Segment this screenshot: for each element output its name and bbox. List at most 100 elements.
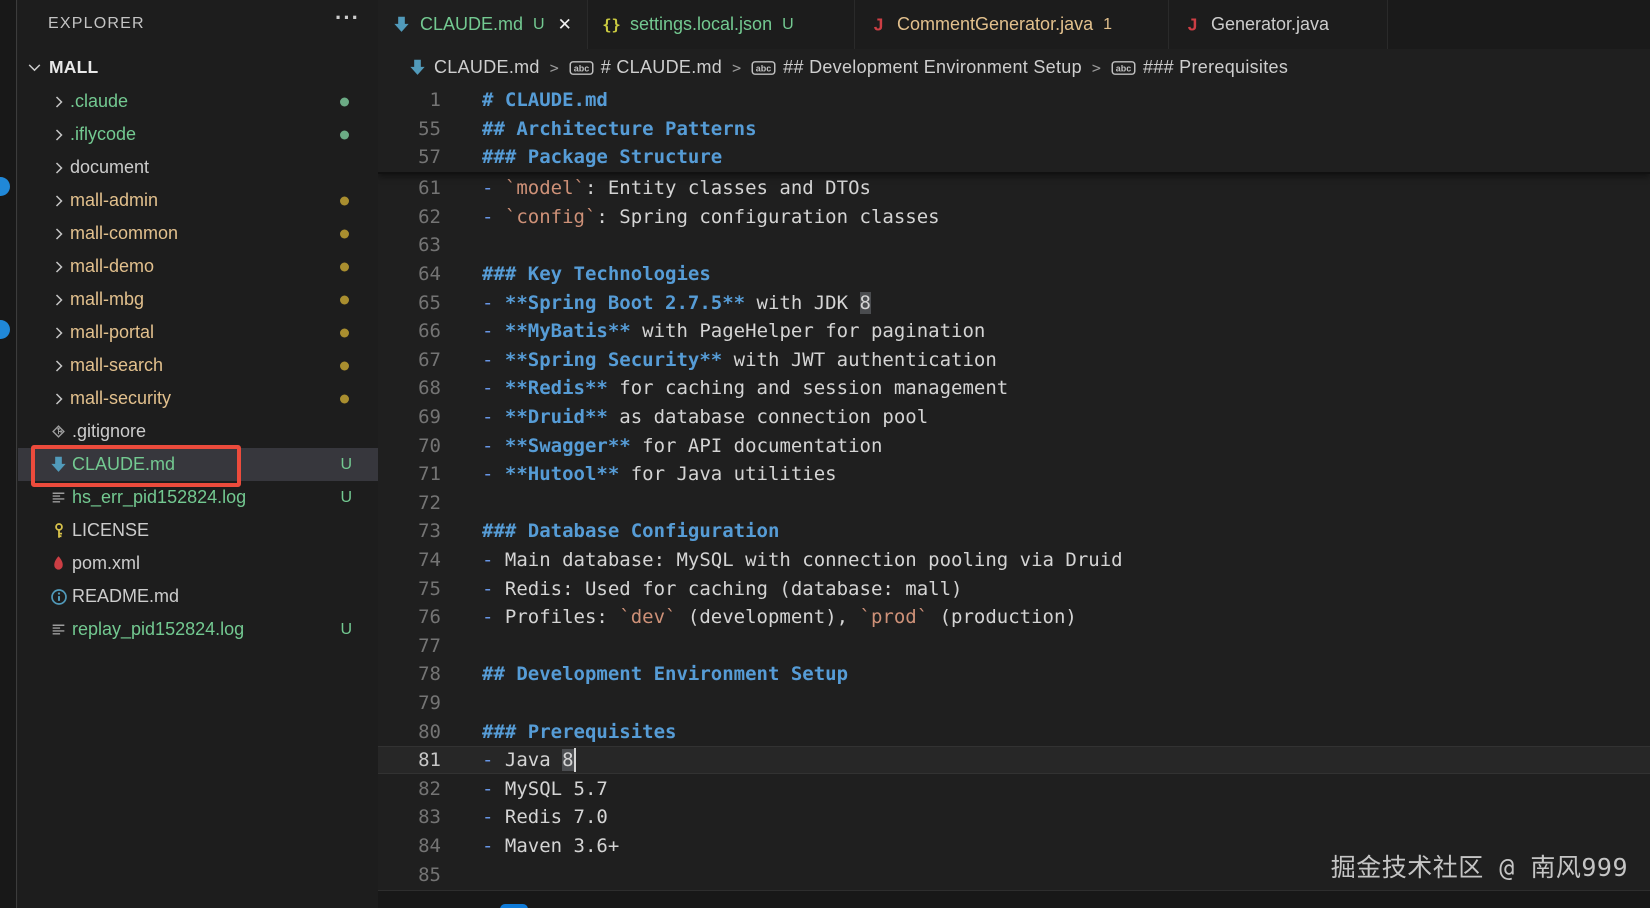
code-line-57[interactable]: 57### Package Structure <box>378 143 1650 172</box>
breadcrumb-item[interactable]: abc # CLAUDE.md <box>569 57 722 78</box>
code-line-80[interactable]: 80### Prerequisites <box>378 717 1650 746</box>
activity-badge-dot <box>0 320 10 339</box>
close-icon[interactable]: ✕ <box>557 16 573 34</box>
git-status-dot <box>340 229 349 238</box>
code-line-79[interactable]: 79 <box>378 689 1650 718</box>
line-content: - **Druid** as database connection pool <box>482 403 1650 432</box>
tree-folder-mall-security[interactable]: mall-security <box>18 382 378 415</box>
tab-badge: U <box>782 16 794 34</box>
code-line-83[interactable]: 83- Redis 7.0 <box>378 803 1650 832</box>
line-content: - **Spring Boot 2.7.5** with JDK 8 <box>482 288 1650 317</box>
tab-badge: 1 <box>1103 16 1112 34</box>
code-line-70[interactable]: 70- **Swagger** for API documentation <box>378 431 1650 460</box>
line-content <box>482 489 1650 518</box>
chevron-right-icon <box>51 226 67 242</box>
line-number: 77 <box>378 635 482 657</box>
code-line-66[interactable]: 66- **MyBatis** with PageHelper for pagi… <box>378 317 1650 346</box>
tree-folder-mall-portal[interactable]: mall-portal <box>18 316 378 349</box>
tree-file-replay_pid152824.log[interactable]: replay_pid152824.log U <box>18 613 378 646</box>
tab-label: settings.local.json <box>630 14 772 35</box>
more-actions-icon[interactable]: ··· <box>335 5 360 31</box>
line-content: ## Development Environment Setup <box>482 660 1650 689</box>
tree-folder-mall-admin[interactable]: mall-admin <box>18 184 378 217</box>
code-line-1[interactable]: 1# CLAUDE.md <box>378 86 1650 115</box>
code-line-75[interactable]: 75- Redis: Used for caching (database: m… <box>378 574 1650 603</box>
code-line-74[interactable]: 74- Main database: MySQL with connection… <box>378 546 1650 575</box>
tab-CLAUDE.md[interactable]: CLAUDE.md U ✕ <box>378 0 588 49</box>
tree-folder-mall-mbg[interactable]: mall-mbg <box>18 283 378 316</box>
code-line-69[interactable]: 69- **Druid** as database connection poo… <box>378 403 1650 432</box>
code-line-82[interactable]: 82- MySQL 5.7 <box>378 774 1650 803</box>
tab-settings.local.json[interactable]: {} settings.local.json U <box>588 0 855 49</box>
line-content: ### Prerequisites <box>482 717 1650 746</box>
section-label: MALL <box>49 57 98 78</box>
line-number: 80 <box>378 721 482 743</box>
tree-file-.gitignore[interactable]: .gitignore <box>18 415 378 448</box>
section-header-mall[interactable]: MALL <box>18 51 378 84</box>
line-number: 75 <box>378 578 482 600</box>
breadcrumb-item[interactable]: CLAUDE.md <box>408 57 540 78</box>
markdown-icon <box>408 58 427 77</box>
code-line-77[interactable]: 77 <box>378 632 1650 661</box>
code-line-78[interactable]: 78## Development Environment Setup <box>378 660 1650 689</box>
code-line-76[interactable]: 76- Profiles: `dev` (development), `prod… <box>378 603 1650 632</box>
markdown-icon <box>392 15 411 34</box>
line-content: # CLAUDE.md <box>482 86 1650 115</box>
line-number: 78 <box>378 663 482 685</box>
line-content: ### Database Configuration <box>482 517 1650 546</box>
code-line-81[interactable]: 81- Java 8 <box>378 746 1650 775</box>
tab-CommentGenerator.java[interactable]: J CommentGenerator.java 1 <box>855 0 1169 49</box>
code-line-64[interactable]: 64### Key Technologies <box>378 260 1650 289</box>
symbol-string-icon: abc <box>751 59 776 77</box>
tree-folder-mall-common[interactable]: mall-common <box>18 217 378 250</box>
code-line-68[interactable]: 68- **Redis** for caching and session ma… <box>378 374 1650 403</box>
key-icon <box>49 521 68 540</box>
line-number: 69 <box>378 406 482 428</box>
tree-file-pom.xml[interactable]: pom.xml <box>18 547 378 580</box>
code-line-65[interactable]: 65- **Spring Boot 2.7.5** with JDK 8 <box>378 288 1650 317</box>
line-content: - MySQL 5.7 <box>482 774 1650 803</box>
java-icon: J <box>1183 15 1202 34</box>
breadcrumb-item[interactable]: abc ## Development Environment Setup <box>751 57 1082 78</box>
line-content: ### Key Technologies <box>482 260 1650 289</box>
tree-folder-iflycode[interactable]: .iflycode <box>18 118 378 151</box>
line-content: - **Hutool** for Java utilities <box>482 460 1650 489</box>
code-line-62[interactable]: 62- `config`: Spring configuration class… <box>378 203 1650 232</box>
tree-file-README.md[interactable]: README.md <box>18 580 378 613</box>
tree-folder-mall-search[interactable]: mall-search <box>18 349 378 382</box>
json-icon: {} <box>602 15 621 34</box>
code-line-63[interactable]: 63 <box>378 231 1650 260</box>
code-line-73[interactable]: 73### Database Configuration <box>378 517 1650 546</box>
explorer-sidebar: EXPLORER ··· MALL .claude .iflycode docu… <box>18 0 378 908</box>
tab-Generator.java[interactable]: J Generator.java <box>1169 0 1388 49</box>
line-number: 73 <box>378 520 482 542</box>
tree-folder-mall-demo[interactable]: mall-demo <box>18 250 378 283</box>
code-line-67[interactable]: 67- **Spring Security** with JWT authent… <box>378 346 1650 375</box>
tab-badge: U <box>533 16 545 34</box>
code-line-61[interactable]: 61- `model`: Entity classes and DTOs <box>378 174 1650 203</box>
code-line-71[interactable]: 71- **Hutool** for Java utilities <box>378 460 1650 489</box>
tab-label: Generator.java <box>1211 14 1329 35</box>
tree-file-LICENSE[interactable]: LICENSE <box>18 514 378 547</box>
line-content: ## Architecture Patterns <box>482 115 1650 144</box>
panel-button[interactable] <box>500 904 528 908</box>
git-status-dot <box>340 262 349 271</box>
tree-folder-claude[interactable]: .claude <box>18 85 378 118</box>
symbol-string-icon: abc <box>1111 59 1136 77</box>
line-number: 70 <box>378 435 482 457</box>
tree-folder-document[interactable]: document <box>18 151 378 184</box>
line-number: 71 <box>378 463 482 485</box>
chevron-right-icon <box>51 259 67 275</box>
line-number: 82 <box>378 778 482 800</box>
line-number: 65 <box>378 292 482 314</box>
chevron-right-icon <box>51 127 67 143</box>
breadcrumb-item[interactable]: abc ### Prerequisites <box>1111 57 1288 78</box>
code-lines: 61- `model`: Entity classes and DTOs62- … <box>378 174 1650 889</box>
code-line-72[interactable]: 72 <box>378 489 1650 518</box>
chevron-right-icon <box>51 292 67 308</box>
editor[interactable]: 1# CLAUDE.md55## Architecture Patterns57… <box>378 86 1650 890</box>
code-line-55[interactable]: 55## Architecture Patterns <box>378 115 1650 144</box>
line-content: - **Spring Security** with JWT authentic… <box>482 346 1650 375</box>
line-content: - Profiles: `dev` (development), `prod` … <box>482 603 1650 632</box>
svg-text:abc: abc <box>1116 63 1132 73</box>
